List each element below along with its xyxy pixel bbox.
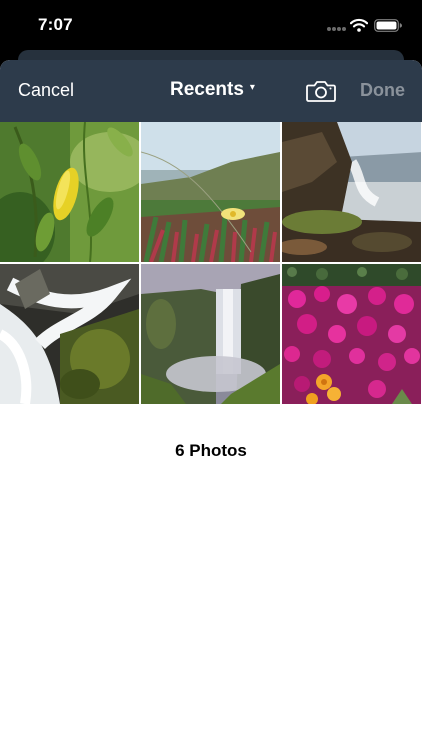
photo-thumbnail[interactable]: [141, 264, 280, 404]
photo-pink-flowers: [282, 264, 421, 404]
photo-cascade: [0, 264, 139, 404]
album-title: Recents: [170, 79, 244, 100]
cellular-signal-icon: [327, 27, 346, 33]
photo-grid: [0, 122, 422, 404]
status-bar: 7:07: [0, 0, 422, 50]
photo-thumbnail[interactable]: [0, 264, 139, 404]
battery-icon: [374, 19, 402, 32]
wifi-icon: [350, 18, 368, 32]
photo-tall-waterfall: [141, 264, 280, 404]
phone-screen: 7:07 Cancel Recents ▾ Done 6 Photos: [0, 0, 422, 750]
chevron-down-icon: ▾: [249, 82, 255, 94]
photo-thumbnail[interactable]: [282, 122, 421, 262]
photo-coastal-flower: [141, 122, 280, 262]
photo-count-label: 6 Photos: [175, 441, 247, 460]
photo-thumbnail[interactable]: [282, 264, 421, 404]
photo-leaves: [0, 122, 139, 262]
status-time: 7:07: [38, 15, 73, 34]
done-button[interactable]: Done: [360, 80, 405, 101]
album-selector[interactable]: Recents ▾: [170, 79, 255, 101]
nav-bar: Cancel Recents ▾ Done: [0, 60, 422, 122]
camera-icon[interactable]: [306, 79, 336, 103]
photo-thumbnail[interactable]: [141, 122, 280, 262]
photo-waterfall-cliff: [282, 122, 421, 262]
cancel-button[interactable]: Cancel: [18, 80, 74, 101]
photo-picker-sheet: Cancel Recents ▾ Done 6 Photos: [0, 60, 422, 750]
photo-thumbnail[interactable]: [0, 122, 139, 262]
